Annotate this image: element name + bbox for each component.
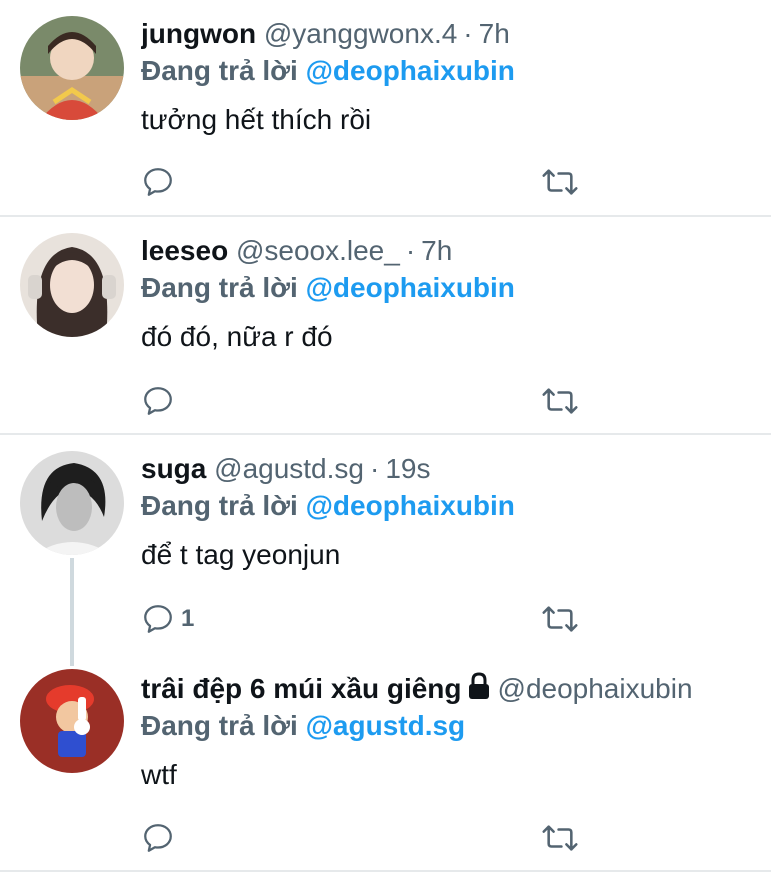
retweet-icon [542,606,578,632]
reply-button[interactable]: 1 [141,599,194,639]
separator-dot: · [463,18,473,49]
separator-dot: · [369,453,380,484]
replying-to-link[interactable]: @deophaixubin [306,490,515,521]
retweet-icon [542,388,578,414]
reply-button[interactable] [141,818,181,858]
user-handle[interactable]: @agustd.sg [214,453,364,484]
replying-to-link[interactable]: @deophaixubin [306,55,515,86]
user-handle[interactable]: @yanggwonx.4 [264,18,457,49]
tweet[interactable]: leeseo @seoox.lee_ · 7h Đang trả lời @deop… [0,217,771,433]
replying-to-label: Đang trả lời [141,55,298,86]
user-handle[interactable]: @seoox.lee_ [236,235,400,266]
replying-to-label: Đang trả lời [141,710,298,741]
avatar[interactable] [20,233,124,337]
replying-to-link[interactable]: @deophaixubin [306,272,515,303]
separator-dot: · [405,235,416,266]
tweet-text: để t tag yeonjun [141,539,341,570]
replying-to-label: Đang trả lời [141,490,298,521]
reply-button[interactable] [141,162,181,202]
reply-bubble-icon [144,605,172,633]
reply-bubble-icon [144,387,172,415]
retweet-button[interactable] [541,162,579,202]
retweet-button[interactable] [541,381,579,421]
reply-count: 1 [181,605,195,632]
display-name[interactable]: jungwon [141,18,256,49]
retweet-button[interactable] [541,599,579,639]
replying-to-link[interactable]: @agustd.sg [306,710,466,741]
retweet-icon [542,169,578,195]
tweet-text: đó đó, nữa r đó [141,321,333,352]
timestamp[interactable]: 7h [479,18,510,49]
avatar[interactable] [20,669,124,773]
retweet-button[interactable] [541,818,579,858]
display-name[interactable]: suga [141,453,206,484]
tweet-divider [0,870,771,872]
replying-to-label: Đang trả lời [141,272,298,303]
display-name[interactable]: leeseo [141,235,228,266]
reply-bubble-icon [144,168,172,196]
display-name[interactable]: trâi đệp 6 múi xầu giêng [141,673,462,704]
tweet[interactable]: jungwon @yanggwonx.4 · 7h Đang trả lời @de… [0,0,771,215]
user-handle[interactable]: @deophaixubin [498,673,693,704]
tweet-text: tưởng hết thích rồi [141,104,372,135]
tweet-text: wtf [141,759,177,790]
tweet[interactable]: suga @agustd.sg · 19s Đang trả lời @deopha… [0,435,771,655]
lock-icon [468,672,489,699]
reply-button[interactable] [141,381,181,421]
retweet-icon [542,825,578,851]
avatar[interactable] [20,16,124,120]
avatar[interactable] [20,451,124,555]
timestamp[interactable]: 19s [385,453,430,484]
reply-bubble-icon [144,824,172,852]
timestamp[interactable]: 7h [421,235,452,266]
tweet[interactable]: trâi đệp 6 múi xầu giêng @deophaixubin Đa… [0,655,771,871]
